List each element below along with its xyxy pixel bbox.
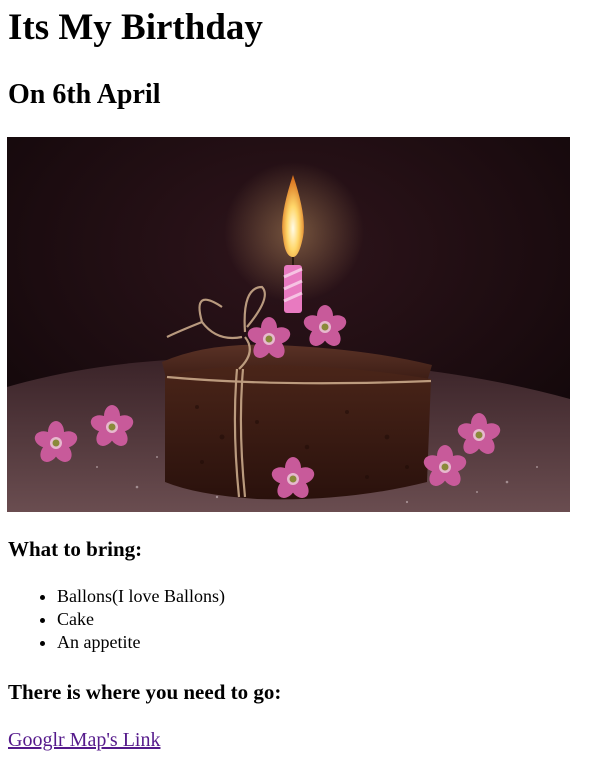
directions-heading: There is where you need to go: bbox=[8, 680, 282, 704]
birthday-cake-image bbox=[7, 137, 570, 512]
list-item: An appetite bbox=[57, 631, 225, 654]
bring-list: Ballons(I love Ballons) Cake An appetite bbox=[8, 585, 225, 654]
list-item: Cake bbox=[57, 608, 225, 631]
page-title: Its My Birthday bbox=[8, 7, 263, 48]
list-item: Ballons(I love Ballons) bbox=[57, 585, 225, 608]
google-maps-link[interactable]: Googlr Map's Link bbox=[8, 727, 160, 753]
page-subtitle: On 6th April bbox=[8, 79, 161, 110]
page: Its My Birthday On 6th April What to bri… bbox=[0, 0, 602, 766]
bring-heading: What to bring: bbox=[8, 537, 143, 561]
